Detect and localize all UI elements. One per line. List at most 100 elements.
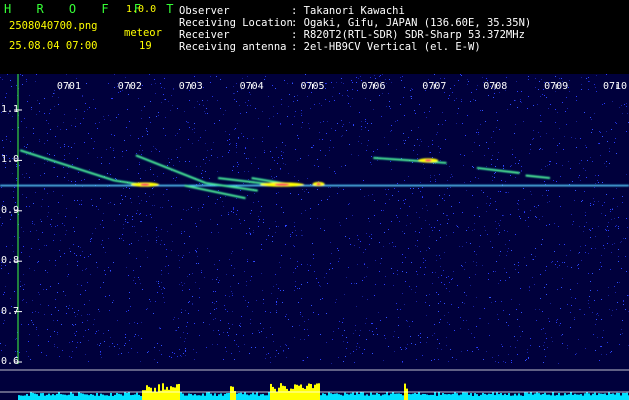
noise-speck — [64, 114, 65, 115]
noise-speck — [540, 148, 541, 149]
noise-speck — [237, 210, 238, 211]
noise-speck — [472, 230, 473, 231]
noise-speck — [294, 337, 295, 338]
noise-speck — [403, 97, 404, 98]
noise-speck — [595, 236, 596, 237]
noise-speck — [619, 282, 620, 283]
noise-speck — [362, 280, 363, 281]
noise-speck — [203, 105, 204, 106]
noise-speck — [345, 236, 346, 237]
noise-speck — [108, 115, 109, 116]
noise-speck — [574, 317, 575, 318]
noise-speck — [515, 163, 516, 164]
noise-speck — [147, 308, 148, 309]
noise-speck — [117, 320, 118, 321]
noise-speck — [499, 225, 500, 226]
level-bar — [320, 395, 322, 400]
noise-speck — [216, 308, 217, 309]
noise-speck — [320, 122, 321, 123]
noise-speck — [417, 246, 418, 247]
noise-speck — [31, 320, 32, 321]
noise-speck — [366, 339, 367, 340]
noise-speck — [285, 344, 286, 345]
noise-speck — [342, 335, 343, 336]
noise-speck — [371, 156, 372, 157]
noise-speck — [161, 282, 162, 283]
noise-speck — [198, 140, 199, 141]
noise-speck — [22, 174, 23, 175]
level-bar — [256, 392, 258, 400]
noise-speck — [262, 111, 263, 112]
noise-speck — [419, 217, 420, 218]
noise-speck — [188, 302, 189, 303]
noise-speck — [450, 177, 451, 178]
noise-speck — [49, 154, 50, 155]
noise-speck — [225, 309, 226, 310]
level-bar — [186, 395, 188, 400]
noise-speck — [241, 133, 242, 134]
noise-speck — [333, 147, 334, 148]
noise-speck — [581, 77, 582, 78]
noise-speck — [575, 138, 576, 139]
noise-speck — [35, 311, 36, 312]
noise-speck — [261, 249, 262, 250]
level-bar — [444, 394, 446, 400]
noise-speck — [59, 250, 60, 251]
noise-speck — [432, 144, 433, 145]
noise-speck — [626, 271, 627, 272]
date-time: 25.08.04 07:00 — [9, 40, 98, 52]
noise-speck — [406, 225, 407, 226]
noise-speck — [296, 235, 297, 236]
noise-speck — [568, 161, 569, 162]
noise-speck — [238, 283, 239, 284]
noise-speck — [301, 298, 302, 299]
noise-speck — [356, 346, 357, 347]
noise-speck — [602, 104, 603, 105]
noise-speck — [320, 228, 321, 229]
noise-speck — [232, 170, 233, 171]
noise-speck — [55, 136, 56, 137]
noise-speck — [192, 129, 193, 130]
noise-speck — [596, 319, 597, 320]
noise-speck — [571, 305, 572, 306]
noise-speck — [422, 208, 423, 209]
noise-speck — [139, 162, 140, 163]
noise-speck — [23, 137, 24, 138]
noise-speck — [220, 320, 221, 321]
noise-speck — [165, 135, 166, 136]
noise-speck — [251, 347, 252, 348]
noise-speck — [270, 327, 271, 328]
plot-background — [0, 74, 629, 400]
noise-speck — [332, 268, 333, 269]
noise-speck — [125, 337, 126, 338]
noise-speck — [438, 146, 439, 147]
noise-speck — [452, 357, 453, 358]
level-bar — [400, 393, 402, 400]
noise-speck — [464, 269, 465, 270]
noise-speck — [155, 148, 156, 149]
noise-speck — [322, 298, 323, 299]
noise-speck — [218, 232, 219, 233]
level-bar — [402, 395, 404, 400]
noise-speck — [236, 101, 237, 102]
noise-speck — [418, 127, 419, 128]
noise-speck — [319, 132, 320, 133]
noise-speck — [420, 139, 421, 140]
noise-speck — [219, 120, 220, 121]
noise-speck — [75, 118, 76, 119]
noise-speck — [128, 222, 129, 223]
noise-speck — [105, 252, 106, 253]
noise-speck — [128, 310, 129, 311]
noise-speck — [110, 174, 111, 175]
noise-speck — [36, 329, 37, 330]
noise-speck — [515, 234, 516, 235]
noise-speck — [195, 250, 196, 251]
noise-speck — [490, 241, 491, 242]
noise-speck — [107, 173, 108, 174]
level-bar — [86, 394, 88, 400]
level-bar — [584, 393, 586, 400]
level-bar — [82, 393, 84, 400]
level-bar — [122, 395, 124, 400]
noise-speck — [187, 322, 188, 323]
noise-speck — [262, 141, 263, 142]
